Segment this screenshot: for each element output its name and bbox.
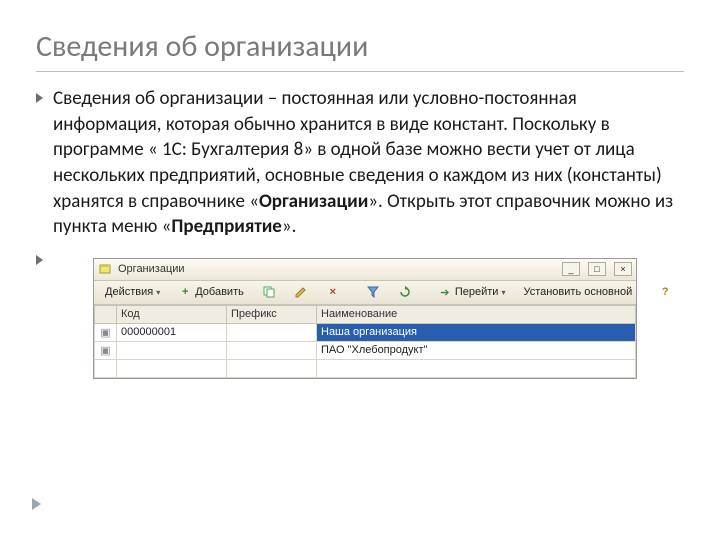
col-prefix[interactable]: Префикс bbox=[227, 305, 317, 323]
row-marker-icon: ▣ bbox=[95, 341, 117, 359]
header-row: Код Префикс Наименование bbox=[95, 305, 636, 323]
chevron-down-icon: ▾ bbox=[501, 288, 505, 297]
cell-name: Наша организация bbox=[317, 323, 636, 341]
set-main-label: Установить основной bbox=[523, 286, 632, 298]
actions-label: Действия bbox=[105, 286, 153, 298]
help-button[interactable]: ? bbox=[651, 283, 679, 301]
bullet-marker-icon bbox=[36, 255, 43, 265]
table-row[interactable]: ▣ ПАО "Хлебопродукт" bbox=[95, 341, 636, 359]
grid: Код Префикс Наименование ▣ 000000001 Наш… bbox=[94, 305, 636, 378]
minimize-button[interactable]: _ bbox=[562, 262, 580, 276]
goto-menu[interactable]: ➔ Перейти ▾ bbox=[431, 283, 513, 301]
col-name[interactable]: Наименование bbox=[317, 305, 636, 323]
table-row[interactable]: ▣ 000000001 Наша организация bbox=[95, 323, 636, 341]
bullet-item: Организации _ □ × Действия ▾ + Добавить bbox=[36, 248, 684, 379]
add-label: Добавить bbox=[195, 286, 244, 298]
slide-corner-icon bbox=[32, 498, 41, 510]
cell-name: ПАО "Хлебопродукт" bbox=[317, 341, 636, 359]
filter-button[interactable] bbox=[359, 283, 387, 301]
delete-button[interactable]: × bbox=[319, 283, 347, 301]
col-mark[interactable] bbox=[95, 305, 117, 323]
arrow-right-icon: ➔ bbox=[438, 285, 452, 299]
app-icon bbox=[98, 262, 112, 276]
cell-code bbox=[117, 341, 227, 359]
refresh-icon bbox=[398, 285, 412, 299]
goto-label: Перейти bbox=[455, 286, 499, 298]
bullet-marker-icon bbox=[36, 93, 43, 103]
titlebar: Организации _ □ × bbox=[94, 259, 636, 281]
bullet-item: Сведения об организации – постоянная или… bbox=[36, 86, 684, 240]
copy-icon bbox=[262, 285, 276, 299]
app-window: Организации _ □ × Действия ▾ + Добавить bbox=[93, 258, 637, 379]
plus-icon: + bbox=[178, 285, 192, 299]
pencil-icon bbox=[294, 285, 308, 299]
x-icon: × bbox=[326, 285, 340, 299]
cell-prefix bbox=[227, 341, 317, 359]
edit-button[interactable] bbox=[287, 283, 315, 301]
funnel-icon bbox=[366, 285, 380, 299]
toolbar: Действия ▾ + Добавить × bbox=[94, 281, 636, 305]
maximize-button[interactable]: □ bbox=[588, 262, 606, 276]
close-button[interactable]: × bbox=[614, 262, 632, 276]
slide-title: Сведения об организации bbox=[36, 28, 684, 72]
copy-button[interactable] bbox=[255, 283, 283, 301]
actions-menu[interactable]: Действия ▾ bbox=[98, 283, 167, 301]
chevron-down-icon: ▾ bbox=[156, 288, 160, 297]
text-bold: Предприятие bbox=[171, 215, 281, 238]
text-bold: Организации bbox=[259, 190, 368, 213]
add-button[interactable]: + Добавить bbox=[171, 283, 251, 301]
set-main-button[interactable]: Установить основной bbox=[516, 283, 639, 301]
col-code[interactable]: Код bbox=[117, 305, 227, 323]
row-marker-icon: ▣ bbox=[95, 323, 117, 341]
slide-paragraph: Сведения об организации – постоянная или… bbox=[53, 86, 684, 240]
cell-prefix bbox=[227, 323, 317, 341]
cell-code: 000000001 bbox=[117, 323, 227, 341]
refresh-button[interactable] bbox=[391, 283, 419, 301]
text-part: ». bbox=[282, 215, 297, 238]
table-row bbox=[95, 359, 636, 377]
help-icon: ? bbox=[658, 285, 672, 299]
window-title: Организации bbox=[118, 263, 554, 275]
